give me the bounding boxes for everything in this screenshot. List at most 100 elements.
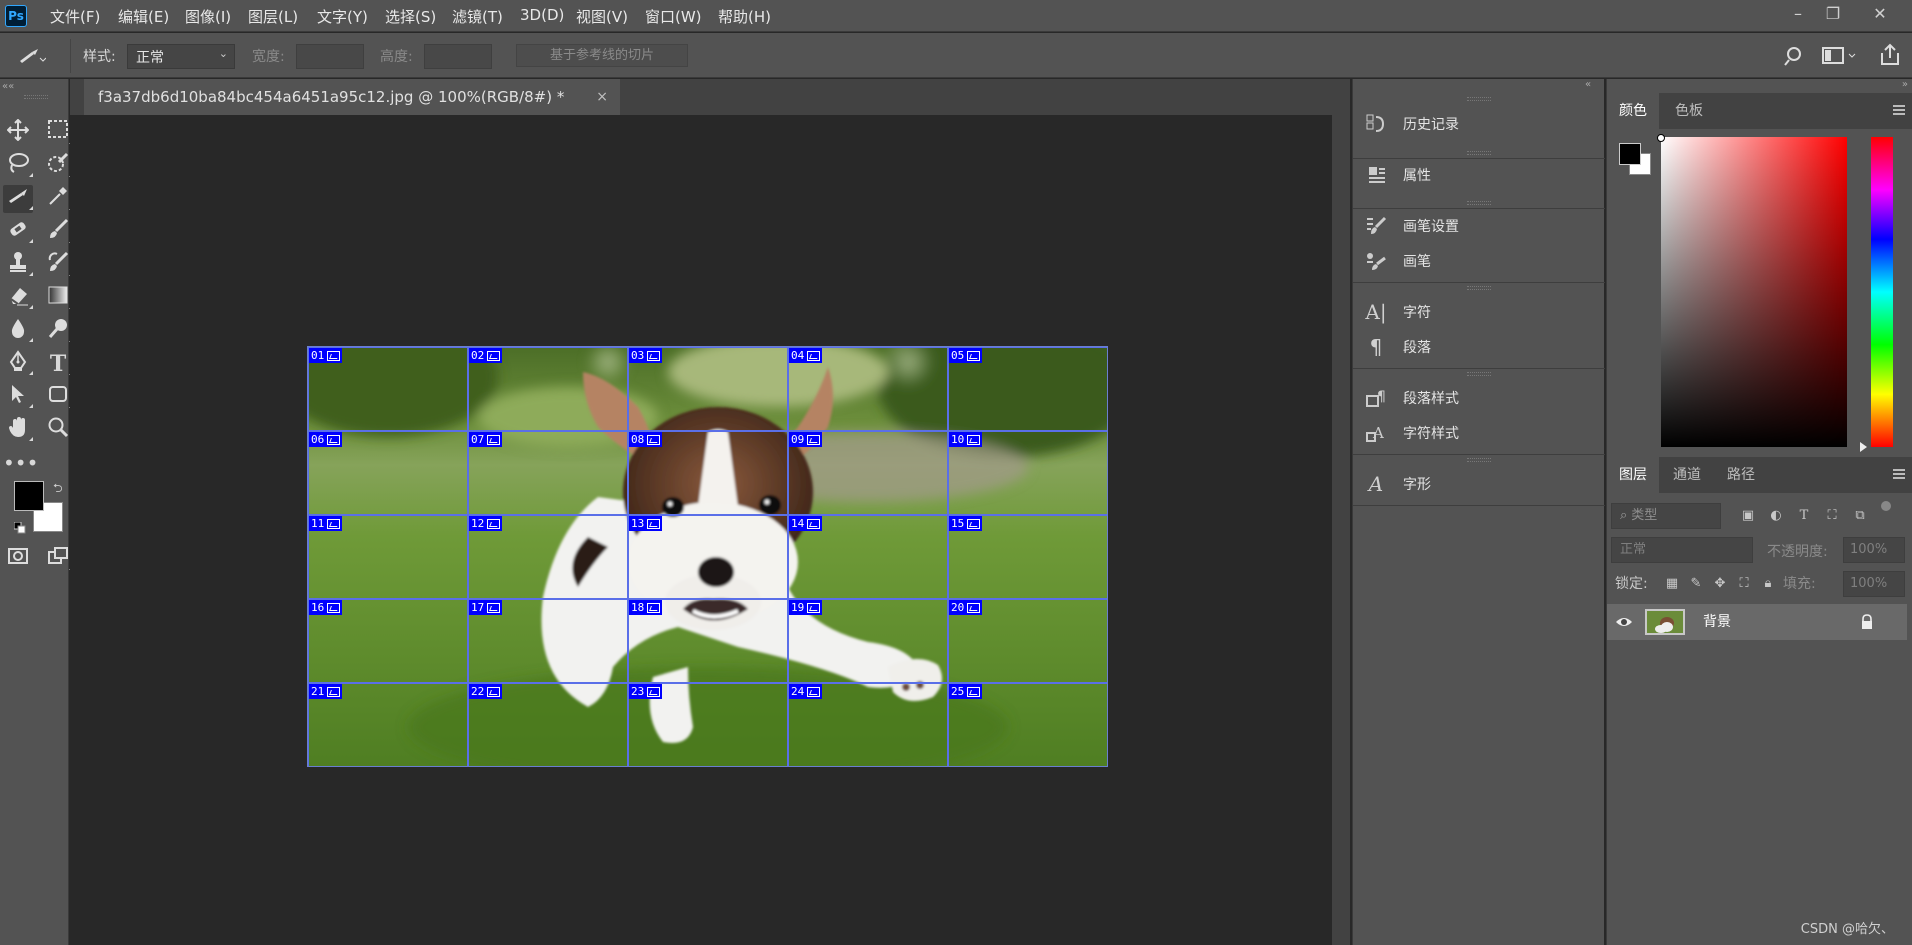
workspace-icon[interactable] [1822,45,1858,67]
panel-grip[interactable] [1467,372,1491,376]
slice-region[interactable]: 17 [468,599,628,683]
dock-history[interactable]: 历史记录 [1365,109,1595,139]
hue-slider-handle[interactable] [1860,442,1867,452]
shape-filter-icon[interactable]: ⛶ [1823,507,1841,525]
eyedropper-tool-icon[interactable] [43,185,73,213]
dock-paragraph-styles[interactable]: ¶ 段落样式 [1365,383,1595,413]
default-colors-icon[interactable] [13,521,26,534]
panel-grip[interactable] [1467,97,1491,101]
tab-color[interactable]: 颜色 [1607,93,1659,129]
document-image[interactable]: 01 02 03 04 05 06 07 08 09 10 11 12 13 14 15 16 17 18 19 20… [307,346,1108,767]
dock-paragraph[interactable]: ¶ 段落 [1365,332,1595,362]
slice-region[interactable]: 22 [468,683,628,766]
color-picker-handle[interactable] [1657,134,1665,142]
history-brush-tool-icon[interactable] [43,251,73,279]
hue-slider[interactable] [1871,137,1893,447]
slice-region[interactable]: 12 [468,515,628,599]
toolbar-grip[interactable] [24,95,48,99]
slice-region[interactable]: 03 [628,347,788,431]
minimize-button[interactable]: – [1780,2,1816,26]
tab-channels[interactable]: 通道 [1661,457,1713,493]
slice-region[interactable]: 06 [308,431,468,515]
slice-tool-preset-icon[interactable] [16,44,47,68]
type-tool-icon[interactable]: T [43,350,73,378]
canvas-scrollbar[interactable] [1332,115,1350,945]
tab-layers[interactable]: 图层 [1607,457,1659,493]
blur-tool-icon[interactable] [3,317,33,345]
close-document-icon[interactable]: × [596,79,608,115]
layer-filter-select[interactable]: ⌕ 类型 [1611,503,1721,529]
dock-character[interactable]: A| 字符 [1365,297,1595,327]
slice-tool-icon[interactable] [3,185,33,213]
fill-input[interactable]: 100% [1843,571,1905,597]
color-spectrum-field[interactable] [1661,137,1847,447]
eye-icon[interactable] [1615,614,1633,630]
panel-grip[interactable] [1467,286,1491,290]
opacity-input[interactable]: 100% [1843,537,1905,563]
clone-stamp-tool-icon[interactable] [3,251,33,279]
menu-file[interactable]: 文件(F) [50,6,100,27]
slice-region[interactable]: 15 [948,515,1107,599]
healing-brush-tool-icon[interactable] [3,218,33,246]
menu-type[interactable]: 文字(Y) [317,6,368,27]
quick-mask-icon[interactable] [3,545,33,573]
share-icon[interactable] [1878,43,1902,67]
slice-region[interactable]: 25 [948,683,1107,766]
slice-region[interactable]: 21 [308,683,468,766]
restore-button[interactable]: ❐ [1815,2,1851,26]
dock-brush-settings[interactable]: 画笔设置 [1365,211,1595,241]
slices-from-guides-button[interactable]: 基于参考线的切片 [516,44,688,67]
color-panel-foreground-swatch[interactable] [1619,143,1641,165]
gradient-tool-icon[interactable] [43,284,73,312]
panel-grip[interactable] [1467,201,1491,205]
search-icon[interactable] [1784,44,1808,68]
rectangle-tool-icon[interactable] [43,383,73,411]
dock-character-styles[interactable]: A 字符样式 [1365,418,1595,448]
dock-brush[interactable]: 画笔 [1365,246,1595,276]
tab-paths[interactable]: 路径 [1715,457,1767,493]
more-tools-icon[interactable]: ••• [3,449,38,477]
menu-image[interactable]: 图像(I) [185,6,231,27]
menu-help[interactable]: 帮助(H) [718,6,771,27]
menu-view[interactable]: 视图(V) [576,6,628,27]
collapse-panels-icon[interactable]: » [1902,79,1908,90]
slice-region[interactable]: 04 [788,347,948,431]
slice-region[interactable]: 02 [468,347,628,431]
menu-3d[interactable]: 3D(D) [520,6,564,24]
slice-region[interactable]: 10 [948,431,1107,515]
menu-window[interactable]: 窗口(W) [645,6,702,27]
menu-select[interactable]: 选择(S) [385,6,436,27]
dock-glyphs[interactable]: A 字形 [1365,469,1595,499]
panel-grip[interactable] [1467,458,1491,462]
lock-artboard-icon[interactable]: ⛶ [1735,575,1753,593]
slice-region[interactable]: 24 [788,683,948,766]
move-tool-icon[interactable] [3,118,33,147]
slice-region[interactable]: 05 [948,347,1107,431]
slice-region[interactable]: 14 [788,515,948,599]
zoom-tool-icon[interactable] [43,416,73,444]
pen-tool-icon[interactable] [3,350,33,378]
blend-mode-select[interactable]: 正常 [1611,537,1753,563]
slice-region[interactable]: 19 [788,599,948,683]
width-input[interactable] [296,44,364,69]
dock-properties[interactable]: 属性 [1365,160,1595,190]
slice-region[interactable]: 18 [628,599,788,683]
brush-tool-icon[interactable] [43,218,73,246]
lasso-tool-icon[interactable] [3,152,33,180]
path-selection-tool-icon[interactable] [3,383,33,411]
expand-panels-icon[interactable]: « [1585,79,1591,90]
layer-row-background[interactable]: 背景 [1607,604,1907,640]
menu-layer[interactable]: 图层(L) [248,6,298,27]
smart-object-filter-icon[interactable]: ⧉ [1851,507,1869,525]
height-input[interactable] [424,44,492,69]
filter-toggle-icon[interactable] [1881,501,1891,511]
lock-transparent-pixels-icon[interactable]: ▦ [1663,575,1681,593]
slice-region[interactable]: 23 [628,683,788,766]
marquee-tool-icon[interactable] [43,119,73,147]
pixel-filter-icon[interactable]: ▣ [1739,507,1757,525]
type-filter-icon[interactable]: T [1795,507,1813,525]
slice-region[interactable]: 20 [948,599,1107,683]
adjustment-filter-icon[interactable]: ◐ [1767,507,1785,525]
eraser-tool-icon[interactable] [3,284,33,312]
menu-filter[interactable]: 滤镜(T) [452,6,503,27]
